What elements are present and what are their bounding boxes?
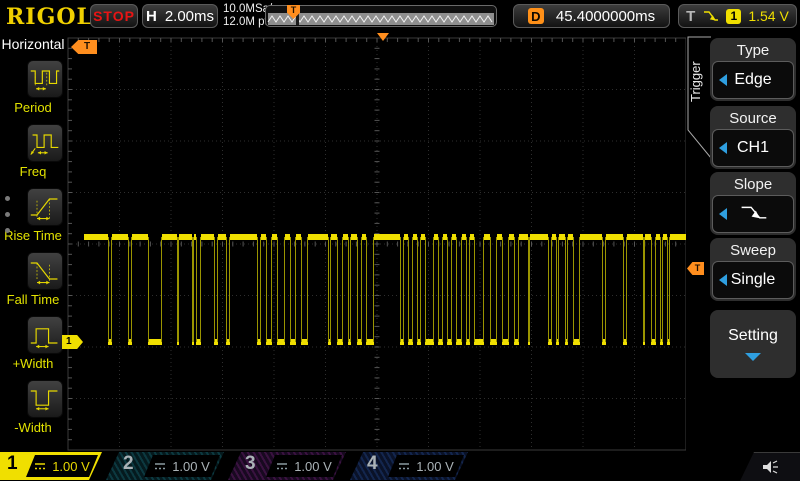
channel3-scale: 1.00 V: [294, 459, 332, 474]
dc-coupling-icon: [398, 462, 410, 471]
rise-time-button[interactable]: [27, 188, 63, 226]
dc-coupling-icon: [276, 462, 288, 471]
scroll-dot: [5, 212, 10, 217]
channel3-scale-box: 1.00 V: [266, 455, 342, 477]
period-label: Period: [0, 100, 66, 115]
waveform-plot: [62, 32, 686, 452]
menu-left-arrow-icon: [719, 274, 727, 286]
left-menu-title: Horizontal: [0, 36, 66, 52]
period-icon: [29, 63, 61, 95]
source-value: CH1: [737, 139, 769, 157]
source-value-button[interactable]: CH1: [712, 129, 794, 167]
menu-left-arrow-icon: [719, 208, 727, 220]
timebase-value: 2.00ms: [165, 8, 214, 25]
oscilloscope-screen: { "top_bar": { "logo": "RIGOL", "run_sta…: [0, 0, 800, 480]
channel3-status[interactable]: 3 1.00 V: [228, 452, 346, 480]
rigol-logo: RIGOL: [6, 4, 93, 30]
delay-d-icon: D: [528, 8, 544, 24]
minus-width-label: -Width: [0, 420, 66, 435]
trigger-t-label: T: [686, 8, 695, 25]
fall-time-label: Fall Time: [0, 292, 66, 307]
horizontal-center-marker[interactable]: [377, 33, 389, 41]
type-header: Type: [712, 40, 794, 61]
fall-time-button[interactable]: [27, 252, 63, 290]
trigger-source-badge: 1: [726, 9, 741, 24]
trigger-status-box[interactable]: T 1 1.54 V: [678, 4, 797, 28]
preview-waveform: [266, 6, 496, 26]
source-header: Source: [712, 108, 794, 129]
channel4-scale: 1.00 V: [416, 459, 454, 474]
channel1-number: 1: [7, 453, 18, 475]
minus-width-button[interactable]: [27, 380, 63, 418]
horizontal-timebase-box[interactable]: H 2.00ms: [142, 4, 218, 28]
horizontal-label: H: [146, 8, 157, 25]
type-value: Edge: [734, 71, 771, 89]
sweep-value-button[interactable]: Single: [712, 261, 794, 299]
menu-left-arrow-icon: [719, 142, 727, 154]
fall-time-icon: [29, 255, 61, 287]
freq-button[interactable]: [27, 124, 63, 162]
dc-coupling-icon: [154, 462, 166, 471]
menu-left-arrow-icon: [719, 74, 727, 86]
minus-width-icon: [29, 383, 61, 415]
setting-label: Setting: [728, 327, 778, 345]
trigger-setting-button[interactable]: Setting: [710, 310, 796, 378]
delay-value: 45.4000000ms: [556, 8, 655, 25]
channel4-number: 4: [367, 453, 378, 475]
scroll-dot: [5, 196, 10, 201]
plus-width-label: +Width: [0, 356, 66, 371]
plus-width-button[interactable]: [27, 316, 63, 354]
trigger-sweep-group: Sweep Single: [710, 238, 796, 301]
channel-status-bar: 1 1.00 V 2 1.00 V 3 1.00 V: [0, 452, 800, 480]
speaker-icon: [759, 459, 781, 475]
rise-time-icon: [29, 191, 61, 223]
scroll-dot: [5, 228, 10, 233]
channel4-status[interactable]: 4 1.00 V: [350, 452, 468, 480]
trigger-level-value: 1.54 V: [748, 8, 788, 24]
trigger-menu-tab: Trigger: [688, 44, 705, 120]
slope-header: Slope: [712, 174, 794, 195]
sound-button[interactable]: [740, 452, 800, 481]
freq-icon: [29, 127, 61, 159]
trigger-source-group: Source CH1: [710, 106, 796, 169]
sweep-header: Sweep: [712, 240, 794, 261]
slope-value-button[interactable]: [712, 195, 794, 233]
channel2-status[interactable]: 2 1.00 V: [106, 452, 224, 480]
channel2-number: 2: [123, 453, 134, 475]
falling-edge-icon: [734, 202, 772, 226]
falling-edge-icon: [702, 9, 719, 24]
channel1-status[interactable]: 1 1.00 V: [0, 452, 102, 480]
plus-width-icon: [29, 319, 61, 351]
trigger-type-group: Type Edge: [710, 38, 796, 101]
delay-box[interactable]: D 45.4000000ms: [513, 4, 670, 28]
channel3-number: 3: [245, 453, 256, 475]
channel2-scale-box: 1.00 V: [144, 455, 220, 477]
triangle-down-icon: [745, 353, 761, 361]
run-state-badge[interactable]: STOP: [90, 4, 138, 28]
channel1-scale-box: 1.00 V: [26, 455, 98, 477]
trigger-level-marker[interactable]: T: [687, 262, 704, 275]
channel4-scale-box: 1.00 V: [388, 455, 464, 477]
freq-label: Freq: [0, 164, 66, 179]
trigger-slope-group: Slope: [710, 172, 796, 235]
channel1-scale: 1.00 V: [52, 459, 90, 474]
dc-coupling-icon: [34, 462, 46, 471]
type-value-button[interactable]: Edge: [712, 61, 794, 99]
channel2-scale: 1.00 V: [172, 459, 210, 474]
sweep-value: Single: [731, 271, 775, 289]
period-button[interactable]: [27, 60, 63, 98]
